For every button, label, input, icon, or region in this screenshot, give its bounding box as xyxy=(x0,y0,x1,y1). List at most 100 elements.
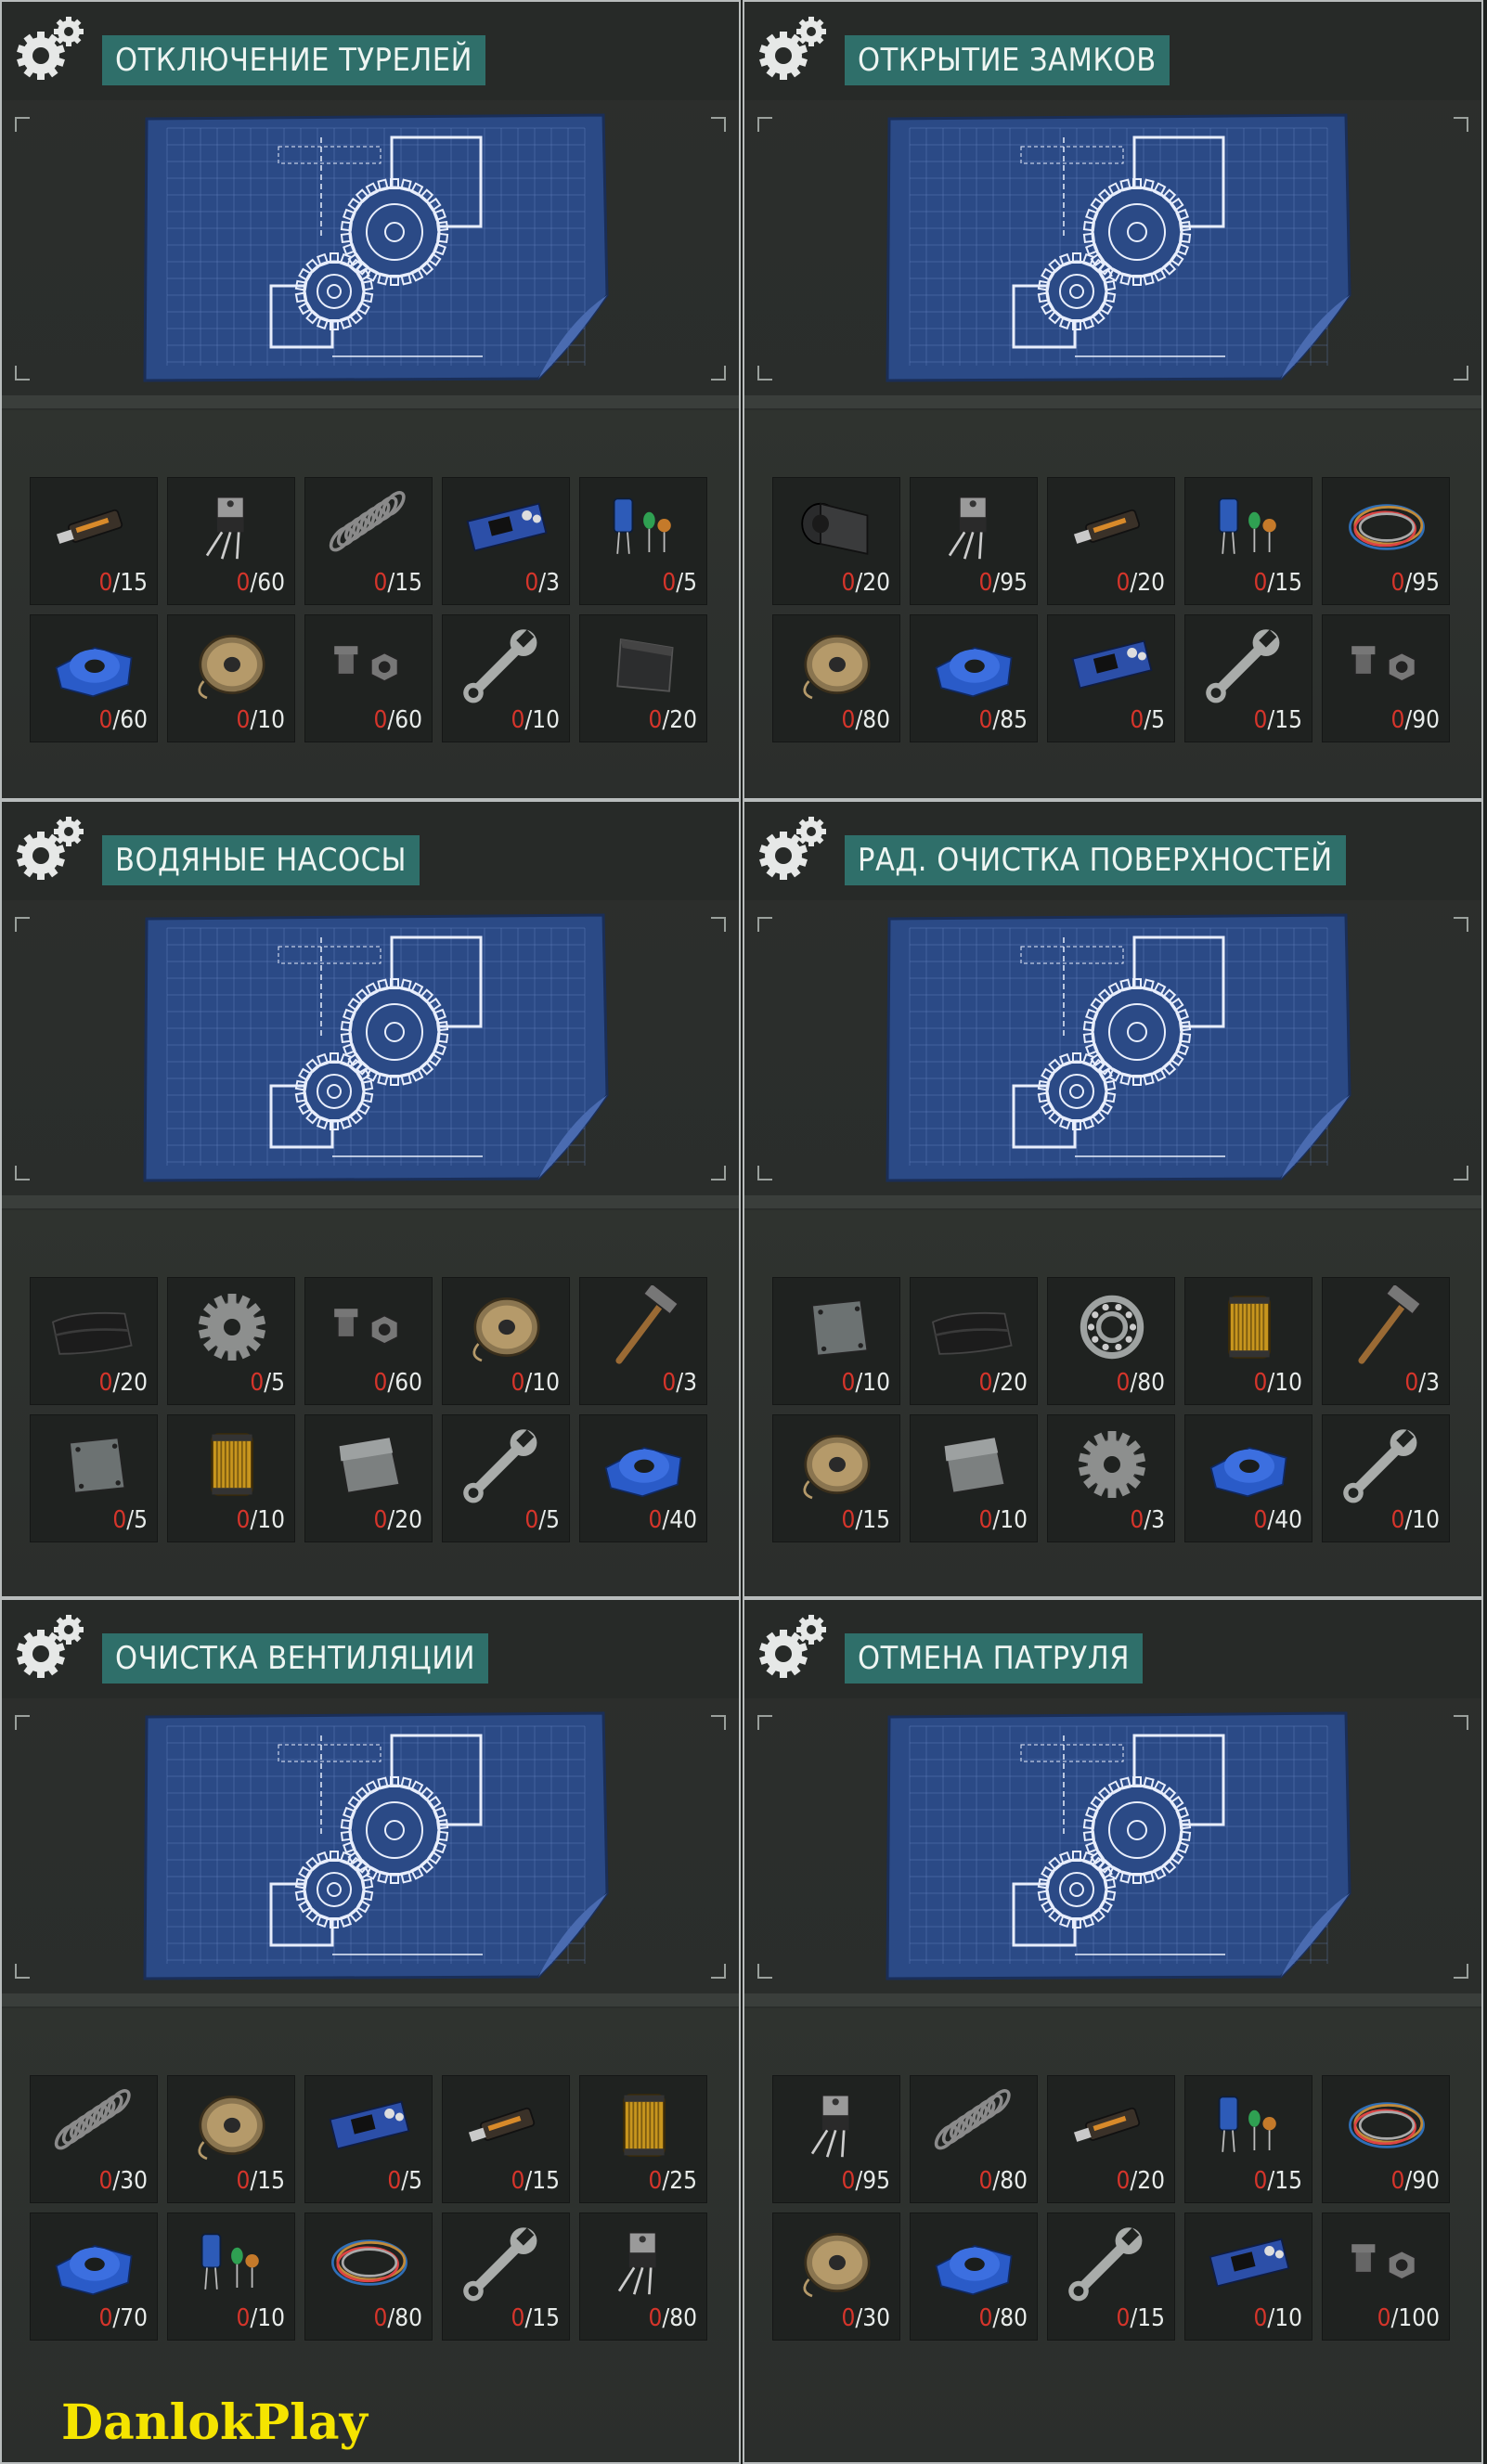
frame-corner xyxy=(1454,366,1468,381)
owned-count: 0 xyxy=(511,2304,525,2332)
ingredient-count: 0/80 xyxy=(648,2304,697,2332)
ingredient-slot[interactable]: 0/10 xyxy=(1184,2212,1312,2341)
ingredient-slot[interactable]: 0/80 xyxy=(1047,1277,1175,1405)
ingredient-slot[interactable]: 0/20 xyxy=(910,1277,1038,1405)
ingredient-slot[interactable]: 0/5 xyxy=(442,1414,570,1542)
frame-corner xyxy=(711,917,726,932)
ingredient-slot[interactable]: 0/40 xyxy=(579,1414,707,1542)
ingredient-slot[interactable]: 0/85 xyxy=(910,614,1038,742)
ingredient-slot[interactable]: 0/5 xyxy=(1047,614,1175,742)
owned-count: 0 xyxy=(524,569,539,597)
panel-title: ОТМЕНА ПАТРУЛЯ xyxy=(845,1633,1144,1684)
ingredient-slot[interactable]: 0/60 xyxy=(167,477,295,605)
ingredient-slot[interactable]: 0/80 xyxy=(772,614,900,742)
ingredient-count: 0/80 xyxy=(373,2304,422,2332)
ingredient-slot[interactable]: 0/20 xyxy=(1047,2075,1175,2203)
ingredient-slot[interactable]: 0/20 xyxy=(1047,477,1175,605)
blueprint-image xyxy=(143,1711,609,1980)
ingredient-slot[interactable]: 0/90 xyxy=(1322,2075,1450,2203)
ingredient-slot[interactable]: 0/70 xyxy=(30,2212,158,2341)
ingredient-slot[interactable]: 0/3 xyxy=(579,1277,707,1405)
crafting-grid: ОТКЛЮЧЕНИЕ ТУРЕЛЕЙ 0/15 0/60 0/15 0/3 0/5 0/60… xyxy=(0,0,1487,2464)
panel-divider xyxy=(2,1993,739,2006)
ingredient-slot[interactable]: 0/10 xyxy=(442,1277,570,1405)
ingredient-count: 0/20 xyxy=(373,1506,422,1534)
ingredient-slot[interactable]: 0/5 xyxy=(30,1414,158,1542)
frame-corner xyxy=(1454,1715,1468,1730)
ingredient-slot[interactable]: 0/5 xyxy=(304,2075,433,2203)
ingredient-slot[interactable]: 0/10 xyxy=(167,1414,295,1542)
required-count: /15 xyxy=(1267,569,1302,597)
frame-corner xyxy=(15,1715,30,1730)
ingredient-slot[interactable]: 0/95 xyxy=(772,2075,900,2203)
ingredient-slot[interactable]: 0/15 xyxy=(304,477,433,605)
required-count: /20 xyxy=(1130,2167,1165,2195)
ingredient-slot[interactable]: 0/20 xyxy=(579,614,707,742)
owned-count: 0 xyxy=(841,1506,856,1534)
ingredient-slot[interactable]: 0/10 xyxy=(1322,1414,1450,1542)
ingredient-count: 0/15 xyxy=(373,569,422,597)
ingredient-slot[interactable]: 0/15 xyxy=(1184,614,1312,742)
capacitors-icon xyxy=(200,2233,259,2290)
frame-corner xyxy=(757,1964,772,1979)
owned-count: 0 xyxy=(1130,706,1144,734)
ingredient-count: 0/30 xyxy=(841,2304,890,2332)
filter-icon xyxy=(1228,1296,1271,1359)
ingredient-slot[interactable]: 0/20 xyxy=(30,1277,158,1405)
ingredient-slot[interactable]: 0/80 xyxy=(910,2075,1038,2203)
ingredient-slot[interactable]: 0/30 xyxy=(30,2075,158,2203)
ingredient-slot[interactable]: 0/60 xyxy=(30,614,158,742)
panel-divider xyxy=(2,395,739,408)
ingredient-slot[interactable]: 0/15 xyxy=(442,2212,570,2341)
panel-title: ОТКРЫТИЕ ЗАМКОВ xyxy=(845,35,1170,85)
ingredient-slot[interactable]: 0/80 xyxy=(304,2212,433,2341)
frame-corner xyxy=(711,366,726,381)
ingredient-slot[interactable]: 0/90 xyxy=(1322,614,1450,742)
ingredient-count: 0/25 xyxy=(648,2167,697,2195)
ingredient-slot[interactable]: 0/10 xyxy=(167,614,295,742)
ingredient-slot[interactable]: 0/95 xyxy=(1322,477,1450,605)
required-count: /40 xyxy=(1267,1506,1302,1534)
ingredient-slot[interactable]: 0/10 xyxy=(442,614,570,742)
ingredient-slot[interactable]: 0/15 xyxy=(30,477,158,605)
ingredient-slot[interactable]: 0/20 xyxy=(304,1414,433,1542)
ingredient-slot[interactable]: 0/15 xyxy=(772,1414,900,1542)
owned-count: 0 xyxy=(841,2304,856,2332)
owned-count: 0 xyxy=(648,1506,663,1534)
owned-count: 0 xyxy=(373,1369,388,1397)
ingredient-slot[interactable]: 0/25 xyxy=(579,2075,707,2203)
ingredient-slot[interactable]: 0/3 xyxy=(442,477,570,605)
ingredient-slot[interactable]: 0/15 xyxy=(167,2075,295,2203)
ingredient-count: 0/10 xyxy=(236,1506,285,1534)
ingredient-slot[interactable]: 0/80 xyxy=(910,2212,1038,2341)
required-count: /60 xyxy=(387,1369,422,1397)
ingredient-slot[interactable]: 0/3 xyxy=(1322,1277,1450,1405)
bolt-nut-icon xyxy=(1351,2244,1416,2281)
ingredient-slot[interactable]: 0/10 xyxy=(167,2212,295,2341)
ingredient-slot[interactable]: 0/40 xyxy=(1184,1414,1312,1542)
owned-count: 0 xyxy=(1390,706,1405,734)
required-count: /3 xyxy=(1418,1369,1440,1397)
ingredient-slot[interactable]: 0/15 xyxy=(442,2075,570,2203)
ingredient-slot[interactable]: 0/30 xyxy=(772,2212,900,2341)
ingredient-slot[interactable]: 0/15 xyxy=(1184,2075,1312,2203)
owned-count: 0 xyxy=(1390,2167,1405,2195)
circuit-board-icon xyxy=(466,502,548,552)
ingredient-slot[interactable]: 0/15 xyxy=(1047,2212,1175,2341)
ingredient-slot[interactable]: 0/100 xyxy=(1322,2212,1450,2341)
ingredient-slot[interactable]: 0/15 xyxy=(1184,477,1312,605)
ingredient-slot[interactable]: 0/20 xyxy=(772,477,900,605)
transistor-icon xyxy=(810,2094,850,2158)
ingredient-slot[interactable]: 0/10 xyxy=(1184,1277,1312,1405)
ingredient-slot[interactable]: 0/5 xyxy=(579,477,707,605)
ingredient-slot[interactable]: 0/60 xyxy=(304,614,433,742)
owned-count: 0 xyxy=(648,706,663,734)
ingredient-slot[interactable]: 0/80 xyxy=(579,2212,707,2341)
ingredient-slot[interactable]: 0/10 xyxy=(910,1414,1038,1542)
ingredient-slot[interactable]: 0/3 xyxy=(1047,1414,1175,1542)
ingredient-slot[interactable]: 0/95 xyxy=(910,477,1038,605)
owned-count: 0 xyxy=(98,1369,113,1397)
ingredient-slot[interactable]: 0/10 xyxy=(772,1277,900,1405)
ingredient-slot[interactable]: 0/60 xyxy=(304,1277,433,1405)
ingredient-slot[interactable]: 0/5 xyxy=(167,1277,295,1405)
